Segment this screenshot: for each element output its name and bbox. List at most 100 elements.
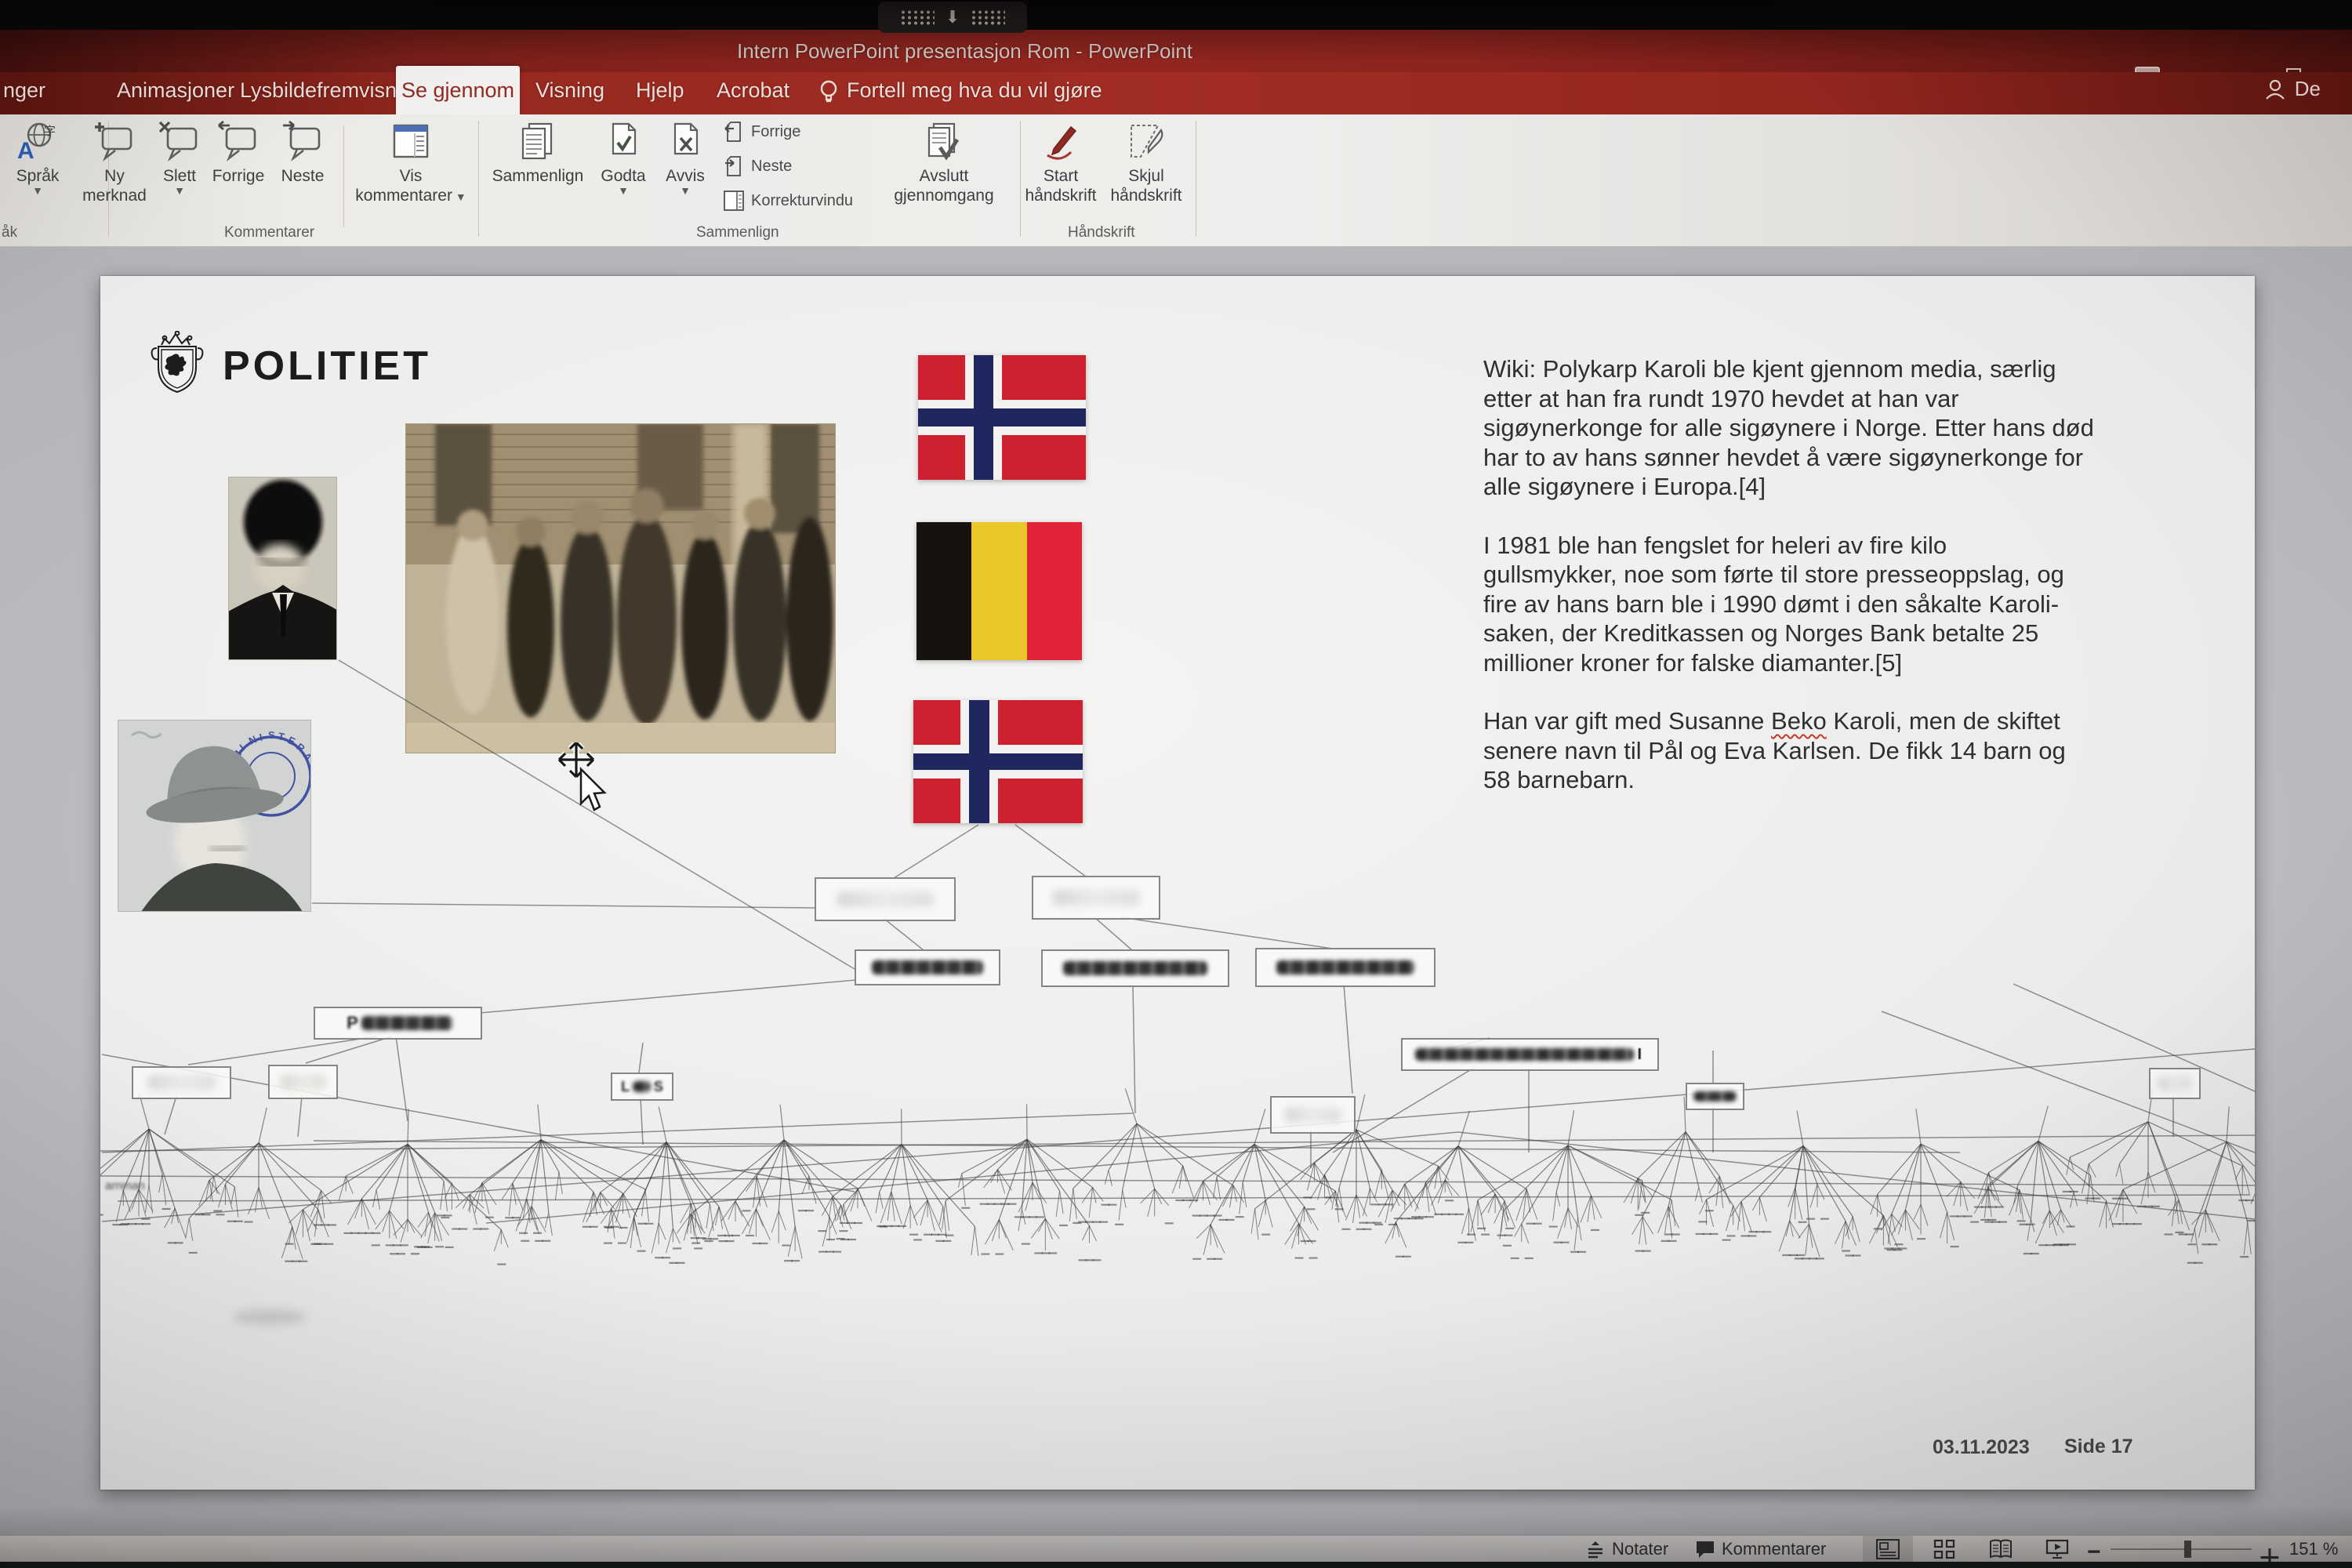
norway-flag-bottom[interactable] bbox=[913, 700, 1083, 823]
tree-box-redacted[interactable] bbox=[1041, 949, 1229, 987]
account-signin[interactable]: De bbox=[2263, 77, 2321, 101]
delete-comment-icon bbox=[158, 121, 201, 163]
tab-se-gjennom-active[interactable]: Se gjennom bbox=[396, 66, 520, 114]
tree-box-redacted[interactable] bbox=[855, 949, 1000, 985]
hide-ink-icon bbox=[1125, 121, 1167, 163]
comments-toggle[interactable]: Kommentarer bbox=[1695, 1539, 1826, 1559]
document-area: POLITIET bbox=[0, 247, 2352, 1535]
paragraph-1: Wiki: Polykarp Karoli ble kjent gjennom … bbox=[1483, 354, 2197, 502]
start-handskrift-button[interactable]: Start håndskrift bbox=[1022, 121, 1100, 205]
svg-text:A: A bbox=[17, 138, 34, 163]
group-photo[interactable] bbox=[405, 423, 836, 757]
normal-view-button[interactable] bbox=[1863, 1536, 1913, 1563]
svg-text:S: S bbox=[268, 729, 275, 741]
dropdown-arrow-icon: ▼ bbox=[0, 186, 75, 195]
presentation-screen-icon bbox=[2045, 1539, 2069, 1559]
paragraph-2: I 1981 ble han fengslet for heleri av fi… bbox=[1483, 531, 2197, 678]
notes-toggle[interactable]: Notater bbox=[1585, 1539, 1668, 1559]
zoom-level[interactable]: 151 % bbox=[2289, 1539, 2338, 1559]
sammenlign-button[interactable]: Sammenlign bbox=[486, 121, 590, 186]
dropdown-arrow-icon: ▼ bbox=[657, 186, 713, 195]
screen-bezel-top bbox=[0, 0, 2352, 30]
police-crest-icon bbox=[146, 331, 209, 401]
slide-canvas[interactable]: POLITIET bbox=[100, 276, 2255, 1490]
tree-box-redacted[interactable] bbox=[1255, 948, 1436, 987]
tree-box-redacted[interactable]: I bbox=[1401, 1038, 1659, 1071]
zoom-slider-thumb[interactable] bbox=[2184, 1541, 2191, 1558]
slideshow-view-button[interactable] bbox=[2032, 1536, 2082, 1563]
dot-grid-icon bbox=[971, 9, 1005, 25]
comments-pane-icon bbox=[390, 121, 432, 163]
politiet-logo-text: POLITIET bbox=[223, 343, 431, 390]
svg-text:字: 字 bbox=[44, 124, 56, 138]
account-label: De bbox=[2295, 77, 2321, 101]
person-icon bbox=[2263, 78, 2287, 101]
normal-view-icon bbox=[1876, 1539, 1900, 1559]
wiki-text-box[interactable]: Wiki: Polykarp Karoli ble kjent gjennom … bbox=[1483, 354, 2197, 824]
group-label-sprak: åk bbox=[2, 224, 17, 241]
forrige-kommentar-button[interactable]: Forrige bbox=[205, 121, 271, 186]
tree-tiny-label: arnman bbox=[105, 1179, 145, 1192]
tree-box-redacted[interactable] bbox=[1686, 1083, 1744, 1110]
next-change-icon bbox=[723, 155, 745, 177]
tree-box[interactable] bbox=[815, 877, 956, 921]
zoom-slider-track[interactable] bbox=[2111, 1548, 2252, 1550]
tree-box[interactable] bbox=[132, 1066, 231, 1099]
politiet-logo[interactable]: POLITIET bbox=[146, 331, 431, 401]
ny-merknad-button[interactable]: Ny merknad bbox=[75, 121, 154, 205]
tab-animasjoner[interactable]: Animasjoner bbox=[117, 78, 234, 103]
vis-kommentarer-button[interactable]: Vis kommentarer ▼ bbox=[350, 121, 472, 205]
previous-change-icon bbox=[723, 121, 745, 143]
tree-box[interactable] bbox=[2149, 1068, 2201, 1099]
tab-acrobat[interactable]: Acrobat bbox=[717, 78, 789, 103]
portrait-photo[interactable] bbox=[228, 477, 337, 664]
tell-me-box[interactable]: Fortell meg hva du vil gjøre bbox=[847, 78, 1102, 103]
sprak-button[interactable]: 字 A Språk ▼ bbox=[0, 121, 75, 195]
avslutt-gjennomgang-button[interactable]: Avslutt gjennomgang bbox=[892, 121, 996, 205]
dropdown-arrow-icon: ▼ bbox=[594, 186, 652, 195]
end-review-icon bbox=[923, 121, 965, 163]
hat-man-photo[interactable]: M I N I S T E R A bbox=[118, 720, 311, 916]
status-bar: Notater Kommentarer − ＋ 151 % bbox=[0, 1535, 2352, 1563]
tree-box-redacted[interactable]: LS bbox=[611, 1073, 673, 1101]
avvis-button[interactable]: Avvis ▼ bbox=[657, 121, 713, 195]
new-comment-icon bbox=[93, 121, 136, 163]
group-label-sammenlign: Sammenlign bbox=[696, 224, 779, 241]
spellcheck-flagged-word: Beko bbox=[1771, 707, 1827, 735]
dot-grid-icon bbox=[900, 9, 935, 25]
slide-footer-date: 03.11.2023 bbox=[1933, 1436, 2030, 1459]
norway-flag-top[interactable] bbox=[918, 355, 1086, 480]
screen-share-pill[interactable]: ⬇ bbox=[878, 2, 1027, 33]
reading-view-button[interactable] bbox=[1976, 1536, 2026, 1563]
tab-visning[interactable]: Visning bbox=[535, 78, 604, 103]
powerpoint-titlebar: Intern PowerPoint presentasjon Rom - Pow… bbox=[0, 30, 2352, 72]
slett-button[interactable]: Slett ▼ bbox=[155, 121, 204, 195]
ribbon-tab-row: nger Animasjoner Lysbildefremvisning Se … bbox=[0, 72, 2352, 114]
tree-box[interactable] bbox=[1032, 876, 1160, 920]
tree-box[interactable] bbox=[1270, 1096, 1356, 1134]
tab-overganger-partial[interactable]: nger bbox=[3, 78, 45, 103]
godta-button[interactable]: Godta ▼ bbox=[594, 121, 652, 195]
slide-sorter-view-button[interactable] bbox=[1919, 1536, 1969, 1563]
book-icon bbox=[1989, 1539, 2013, 1559]
tab-hjelp[interactable]: Hjelp bbox=[636, 78, 684, 103]
window-title: Intern PowerPoint presentasjon Rom - Pow… bbox=[737, 39, 1176, 64]
lightbulb-icon bbox=[818, 80, 839, 103]
skjul-handskrift-button[interactable]: Skjul håndskrift bbox=[1105, 121, 1187, 205]
comment-bubble-icon bbox=[1695, 1539, 1715, 1559]
reject-x-icon bbox=[664, 121, 706, 163]
tree-box-redacted[interactable]: P bbox=[314, 1007, 482, 1040]
neste-kommentar-button[interactable]: Neste bbox=[274, 121, 331, 186]
paragraph-3: Han var gift med Susanne Beko Karoli, me… bbox=[1483, 706, 2197, 795]
tree-box[interactable] bbox=[268, 1065, 338, 1099]
translate-language-icon: 字 A bbox=[16, 121, 60, 163]
korrekturvindu-button[interactable]: Korrekturvindu bbox=[723, 190, 853, 212]
ink-pen-icon bbox=[1040, 121, 1082, 163]
grid-view-icon bbox=[1933, 1539, 1955, 1559]
slide-footer-page: Side 17 bbox=[2064, 1436, 2133, 1458]
previous-comment-icon bbox=[217, 121, 260, 163]
belgium-flag[interactable] bbox=[916, 522, 1082, 660]
screen-bezel-bottom bbox=[0, 1562, 2352, 1568]
forrige-endring-button[interactable]: Forrige bbox=[723, 121, 800, 143]
neste-endring-button[interactable]: Neste bbox=[723, 155, 792, 177]
